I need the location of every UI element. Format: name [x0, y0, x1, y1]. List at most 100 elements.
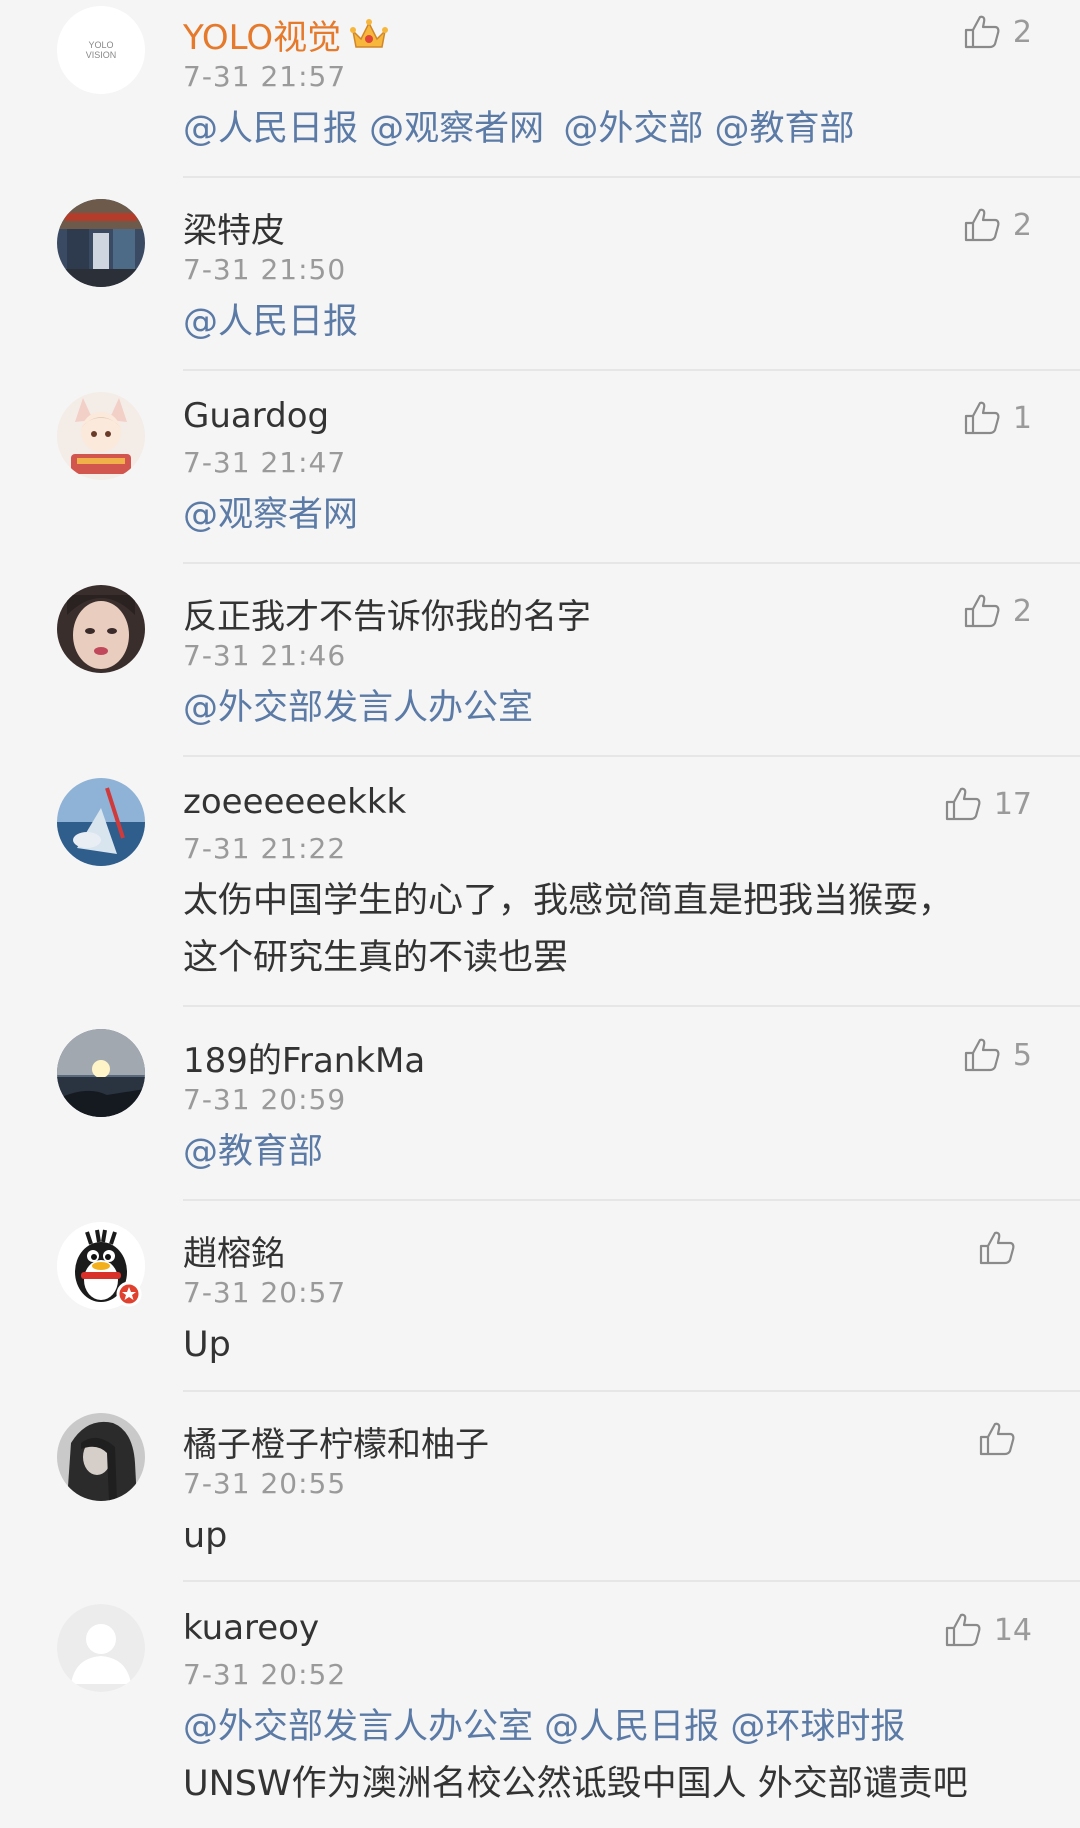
comment-body: @外交部发言人办公室 @人民日报 @环球时报 UNSW作为澳洲名校公然诋毁中国人… [183, 1699, 968, 1813]
divider [183, 369, 1080, 371]
timestamp: 7-31 21:22 [183, 832, 347, 865]
divider [183, 1390, 1080, 1392]
mention-link[interactable]: @外交部 [563, 109, 703, 149]
divider [183, 562, 1080, 564]
avatar[interactable] [57, 1029, 145, 1117]
username[interactable]: 梁特皮 [183, 203, 285, 252]
mention-link[interactable]: @环球时报 [730, 1707, 905, 1747]
comment-body: @观察者网 [183, 487, 358, 544]
street-photo-avatar-icon [57, 199, 145, 287]
avatar[interactable] [57, 585, 145, 673]
divider [183, 1005, 1080, 1007]
mention-link[interactable]: @教育部 [183, 1132, 323, 1172]
thumbs-up-icon [945, 1613, 981, 1647]
comment-item: 趙榕銘 7-31 20:57 Up [0, 1216, 1080, 1394]
like-count: 1 [1012, 400, 1032, 436]
comment-item: zoeeeeeekkk 7-31 21:22 太伤中国学生的心了，我感觉简直是把… [0, 772, 1080, 1002]
thumbs-up-icon [964, 594, 1000, 628]
mention-link[interactable]: @观察者网 [369, 109, 544, 149]
avatar[interactable] [57, 392, 145, 480]
thumbs-up-icon [964, 401, 1000, 435]
comment-item: kuareoy 7-31 20:52 @外交部发言人办公室 @人民日报 @环球时… [0, 1598, 1080, 1828]
thumbs-up-icon [979, 1231, 1015, 1265]
avatar[interactable] [57, 199, 145, 287]
username[interactable]: 橘子橙子柠檬和柚子 [183, 1417, 489, 1466]
crown-icon [350, 19, 389, 48]
avatar[interactable] [57, 1413, 145, 1501]
default-user-avatar-icon [57, 1604, 145, 1692]
like-count: 5 [1012, 1037, 1032, 1073]
avatar[interactable] [57, 1604, 145, 1692]
comment-body: 太伤中国学生的心了，我感觉简直是把我当猴耍， 这个研究生真的不读也罢 [183, 873, 953, 987]
username[interactable]: 趙榕銘 [183, 1226, 285, 1275]
comment-item: 反正我才不告诉你我的名字 7-31 21:46 @外交部发言人办公室 2 [0, 579, 1080, 757]
comment-item: 橘子橙子柠檬和柚子 7-31 20:55 up [0, 1407, 1080, 1585]
thumbs-up-icon [964, 15, 1000, 49]
timestamp: 7-31 21:46 [183, 639, 347, 672]
girl-photo-avatar-icon [57, 1413, 145, 1501]
comment-item: 梁特皮 7-31 21:50 @人民日报 2 [0, 193, 1080, 371]
mention-link[interactable]: @外交部发言人办公室 [183, 1707, 533, 1747]
sunset-photo-avatar-icon [57, 1029, 145, 1117]
thumbs-up-icon [964, 208, 1000, 242]
like-count: 2 [1012, 207, 1032, 243]
comment-text-line: @外交部发言人办公室 @人民日报 @环球时报 [183, 1699, 968, 1756]
divider [183, 755, 1080, 757]
avatar[interactable]: YOLO VISION [57, 6, 145, 94]
anime-avatar-icon [57, 392, 145, 480]
comment-text-line: UNSW作为澳洲名校公然诋毁中国人 外交部谴责吧 [183, 1764, 968, 1804]
comment-text-line: Up [183, 1325, 231, 1365]
timestamp: 7-31 20:52 [183, 1658, 347, 1691]
avatar-logo-text: YOLO [88, 40, 113, 50]
divider [183, 1580, 1080, 1582]
comment-item: YOLO VISION YOLO视觉 7-31 21:57 @人民日报 @观察者… [0, 0, 1080, 178]
comment-body: Up [183, 1317, 231, 1374]
divider [183, 176, 1080, 178]
yolo-vision-logo-icon: YOLO VISION [57, 6, 145, 94]
username[interactable]: YOLO视觉 [183, 10, 389, 59]
like-button[interactable]: 2 [963, 206, 1032, 244]
comment-body: up [183, 1508, 227, 1565]
timestamp: 7-31 20:59 [183, 1083, 347, 1116]
like-button[interactable]: 1 [963, 399, 1032, 437]
thumbs-up-icon [979, 1422, 1015, 1456]
like-count: 17 [993, 786, 1032, 822]
comment-body: @外交部发言人办公室 [183, 680, 533, 737]
mention-link[interactable]: @人民日报 [183, 109, 358, 149]
like-button[interactable]: 17 [944, 785, 1032, 823]
comment-body: @教育部 [183, 1124, 323, 1181]
comment-text-line: 这个研究生真的不读也罢 [183, 938, 569, 978]
like-button[interactable] [978, 1420, 1028, 1458]
timestamp: 7-31 21:50 [183, 253, 347, 286]
username[interactable]: 189的FrankMa [183, 1033, 425, 1082]
username[interactable]: kuareoy [183, 1608, 319, 1648]
thumbs-up-icon [964, 1038, 1000, 1072]
like-count: 2 [1012, 593, 1032, 629]
timestamp: 7-31 20:55 [183, 1467, 347, 1500]
like-button[interactable]: 14 [944, 1611, 1032, 1649]
like-button[interactable] [978, 1229, 1028, 1267]
avatar[interactable] [57, 778, 145, 866]
username[interactable]: zoeeeeeekkk [183, 782, 406, 822]
portrait-avatar-icon [57, 585, 145, 673]
mention-link[interactable]: @外交部发言人办公室 [183, 688, 533, 728]
timestamp: 7-31 21:57 [183, 60, 347, 93]
mention-link[interactable]: @观察者网 [183, 495, 358, 535]
comment-text-line: 太伤中国学生的心了，我感觉简直是把我当猴耍， [183, 881, 954, 921]
comment-item: 189的FrankMa 7-31 20:59 @教育部 5 [0, 1023, 1080, 1201]
avatar[interactable] [57, 1222, 145, 1310]
mention-link[interactable]: @人民日报 [183, 302, 358, 342]
username[interactable]: Guardog [183, 396, 329, 436]
like-button[interactable]: 5 [963, 1036, 1032, 1074]
mention-link[interactable]: @人民日报 [544, 1707, 719, 1747]
divider [183, 1199, 1080, 1201]
sea-photo-avatar-icon [57, 778, 145, 866]
timestamp: 7-31 21:47 [183, 446, 347, 479]
username-text: YOLO视觉 [183, 18, 342, 58]
like-button[interactable]: 2 [963, 592, 1032, 630]
like-button[interactable]: 2 [963, 13, 1032, 51]
timestamp: 7-31 20:57 [183, 1276, 347, 1309]
username[interactable]: 反正我才不告诉你我的名字 [183, 589, 591, 638]
comment-text-line: up [183, 1516, 228, 1556]
mention-link[interactable]: @教育部 [714, 109, 854, 149]
